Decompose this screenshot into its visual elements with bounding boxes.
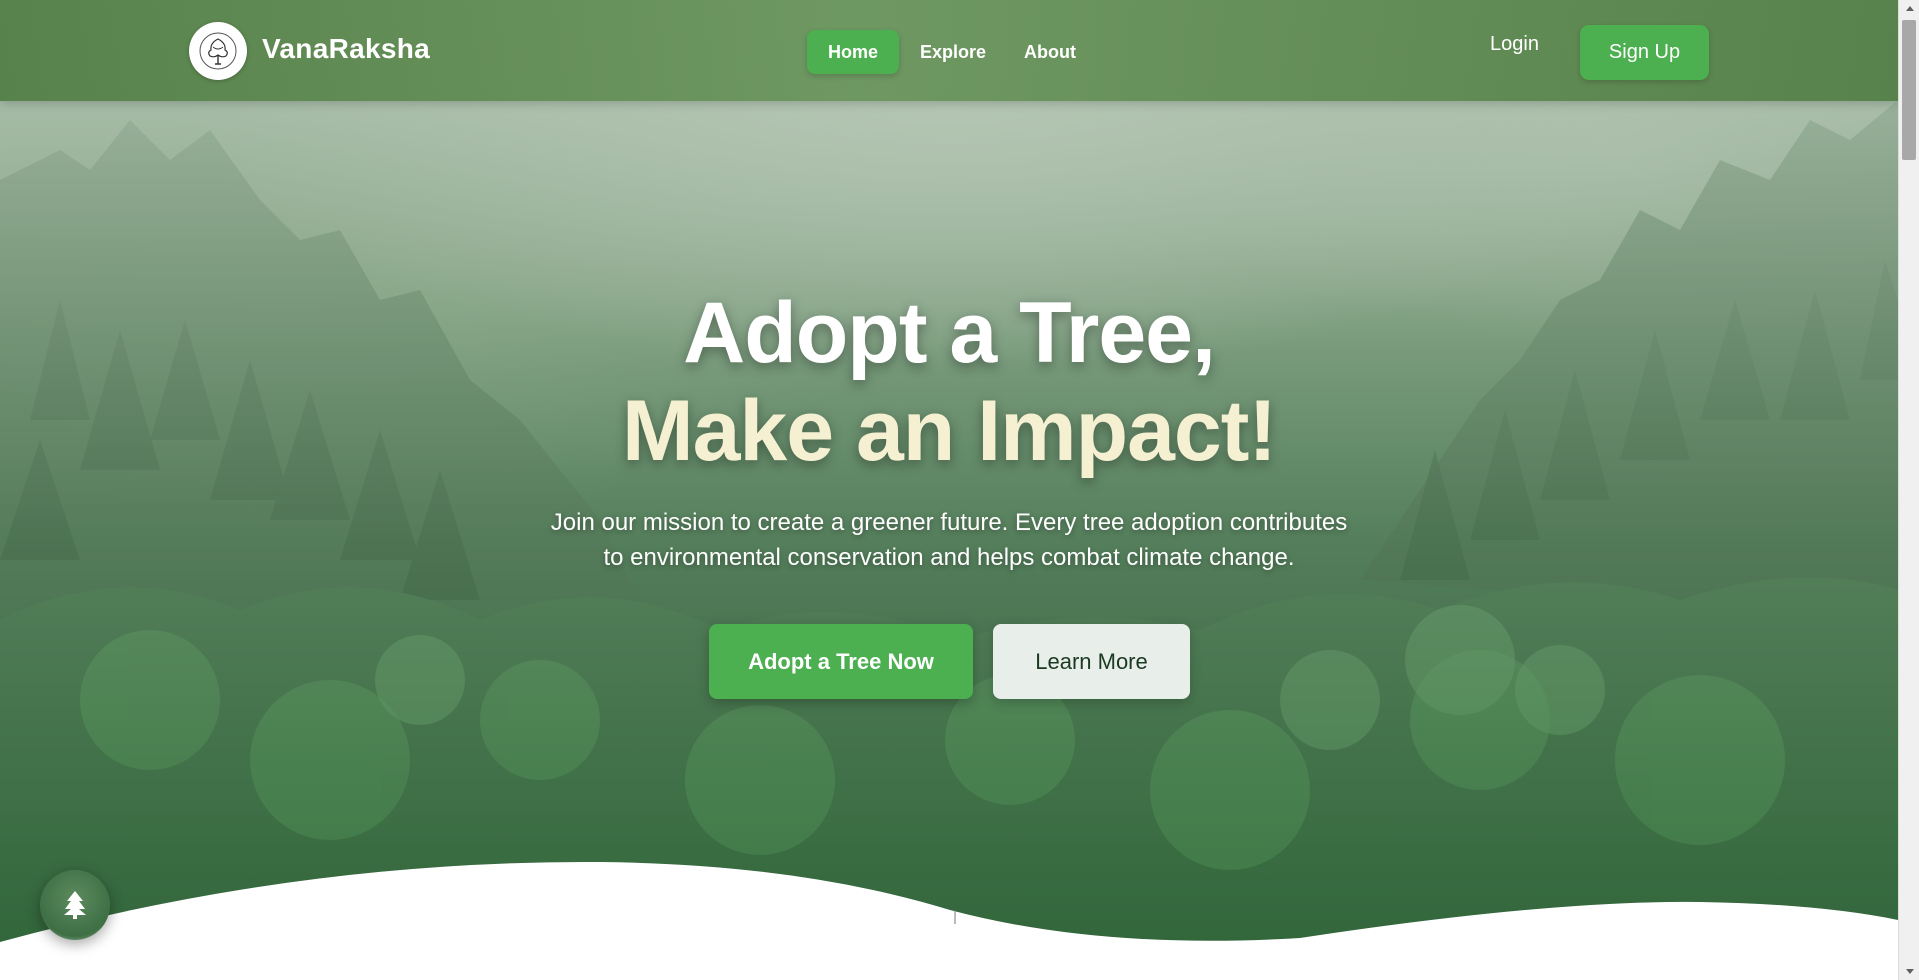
learn-more-button[interactable]: Learn More [993, 624, 1190, 699]
hero-subtitle-line2: to environmental conservation and helps … [603, 544, 1295, 571]
hero-subtitle-line1: Join our mission to create a greener fut… [550, 509, 1348, 536]
signup-button[interactable]: Sign Up [1580, 25, 1709, 80]
brand-name[interactable]: VanaRaksha [262, 33, 430, 65]
scroll-down-arrow[interactable] [1899, 963, 1919, 980]
adopt-tree-button[interactable]: Adopt a Tree Now [709, 624, 973, 699]
tree-icon [64, 891, 86, 919]
hero-subtitle: Join our mission to create a greener fut… [520, 505, 1378, 575]
nav-about[interactable]: About [1003, 30, 1097, 74]
hero-headline-line1: Adopt a Tree, [683, 285, 1216, 381]
floating-tree-button[interactable] [40, 870, 110, 940]
tree-emblem-icon [199, 32, 237, 70]
page: VanaRaksha Home Explore About Login Sign… [0, 0, 1919, 980]
scrollbar-thumb[interactable] [1902, 20, 1916, 160]
vertical-scrollbar[interactable] [1898, 0, 1919, 980]
login-link[interactable]: Login [1490, 33, 1539, 56]
nav-home[interactable]: Home [807, 30, 900, 74]
logo[interactable] [189, 22, 247, 80]
navbar: VanaRaksha Home Explore About Login Sign… [0, 0, 1898, 101]
wave-divider [0, 861, 1898, 980]
nav-explore[interactable]: Explore [899, 30, 1007, 74]
hero-headline-line2: Make an Impact! [621, 383, 1277, 479]
forest-background-image [0, 0, 1898, 980]
hero-section [0, 0, 1898, 980]
scroll-up-arrow[interactable] [1899, 0, 1919, 17]
